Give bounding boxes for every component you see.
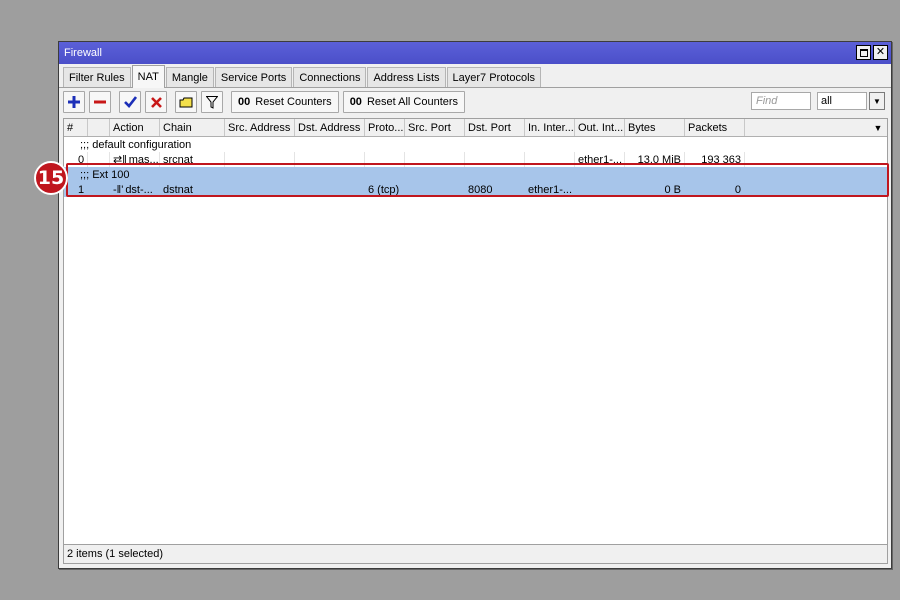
add-button[interactable] bbox=[63, 91, 85, 113]
table-row[interactable]: 0 ⇄‖ mas... srcnat ether1-... 13.0 MiB 1… bbox=[64, 152, 887, 167]
column-header-src-port[interactable]: Src. Port bbox=[405, 119, 465, 136]
rule-dst-port bbox=[465, 152, 525, 167]
plus-icon bbox=[68, 96, 80, 108]
rule-in-interface: ether1-... bbox=[525, 182, 575, 197]
step-number-badge: 15 bbox=[34, 161, 68, 195]
reset-all-counters-button[interactable]: 00 Reset All Counters bbox=[342, 91, 466, 113]
rule-dst-address bbox=[295, 182, 365, 197]
column-header-protocol[interactable]: Proto... bbox=[365, 119, 405, 136]
status-bar: 2 items (1 selected) bbox=[63, 544, 888, 564]
column-menu-button[interactable]: ▼ bbox=[869, 119, 887, 137]
reset-all-counters-label: Reset All Counters bbox=[366, 96, 459, 108]
column-header-packets[interactable]: Packets bbox=[685, 119, 745, 136]
maximize-button[interactable] bbox=[856, 45, 871, 60]
tab-mangle[interactable]: Mangle bbox=[165, 67, 214, 87]
rule-action: -‖' dst-... bbox=[110, 182, 160, 197]
filter-button[interactable] bbox=[201, 91, 223, 113]
column-header-number[interactable]: # bbox=[64, 119, 88, 136]
rule-bytes: 13.0 MiB bbox=[625, 152, 685, 167]
rule-out-interface bbox=[575, 182, 625, 197]
rule-packets: 0 bbox=[685, 182, 745, 197]
rule-flags bbox=[88, 182, 110, 197]
column-header-action[interactable]: Action bbox=[110, 119, 160, 136]
rule-action-label: dst-... bbox=[125, 183, 153, 196]
rule-dst-address bbox=[295, 152, 365, 167]
comment-button[interactable] bbox=[175, 91, 197, 113]
rule-number: 0 bbox=[64, 152, 88, 167]
column-header-dst-address[interactable]: Dst. Address bbox=[295, 119, 365, 136]
rule-src-address bbox=[225, 152, 295, 167]
tab-layer7-protocols[interactable]: Layer7 Protocols bbox=[446, 67, 542, 87]
rule-src-port bbox=[405, 182, 465, 197]
tab-nat[interactable]: NAT bbox=[131, 65, 165, 88]
rule-action-label: mas... bbox=[128, 153, 159, 166]
rule-packets: 193 363 bbox=[685, 152, 745, 167]
dropdown-arrow-icon: ▼ bbox=[873, 96, 881, 106]
dropdown-arrow-icon: ▼ bbox=[873, 123, 883, 133]
close-button[interactable]: ✕ bbox=[873, 45, 888, 60]
table-row[interactable]: 1 -‖' dst-... dstnat 6 (tcp) 8080 ether1… bbox=[64, 182, 887, 197]
column-header-bytes[interactable]: Bytes bbox=[625, 119, 685, 136]
rule-protocol bbox=[365, 152, 405, 167]
rule-comment[interactable]: ;;; default configuration bbox=[64, 137, 887, 152]
rule-src-port bbox=[405, 152, 465, 167]
rule-in-interface bbox=[525, 152, 575, 167]
find-input[interactable]: Find bbox=[751, 92, 811, 110]
tab-connections[interactable]: Connections bbox=[293, 67, 367, 87]
rule-out-interface: ether1-... bbox=[575, 152, 625, 167]
rule-src-address bbox=[225, 182, 295, 197]
rule-bytes: 0 B bbox=[625, 182, 685, 197]
column-header-chain[interactable]: Chain bbox=[160, 119, 225, 136]
column-header-out-interface[interactable]: Out. Int... bbox=[575, 119, 625, 136]
counter-icon: 00 bbox=[238, 96, 251, 108]
column-header-flags[interactable] bbox=[88, 119, 110, 136]
rule-chain: srcnat bbox=[160, 152, 225, 167]
column-header-dst-port[interactable]: Dst. Port bbox=[465, 119, 525, 136]
firewall-window: Firewall ✕ Filter Rules NAT Mangle Servi… bbox=[58, 41, 892, 569]
filter-dropdown-button[interactable]: ▼ bbox=[869, 92, 885, 110]
tab-bar: Filter Rules NAT Mangle Service Ports Co… bbox=[59, 64, 891, 88]
enable-button[interactable] bbox=[119, 91, 141, 113]
filter-select[interactable]: all bbox=[817, 92, 867, 110]
tab-address-lists[interactable]: Address Lists bbox=[367, 67, 446, 87]
cross-icon bbox=[150, 96, 162, 108]
remove-button[interactable] bbox=[89, 91, 111, 113]
tab-filter-rules[interactable]: Filter Rules bbox=[63, 67, 131, 87]
minus-icon bbox=[94, 100, 106, 104]
tab-service-ports[interactable]: Service Ports bbox=[214, 67, 293, 87]
disable-button[interactable] bbox=[145, 91, 167, 113]
rule-dst-port: 8080 bbox=[465, 182, 525, 197]
column-header-src-address[interactable]: Src. Address bbox=[225, 119, 295, 136]
checkmark-icon bbox=[123, 96, 137, 108]
funnel-icon bbox=[206, 95, 218, 109]
table-header: # Action Chain Src. Address Dst. Address… bbox=[64, 119, 887, 137]
reset-counters-label: Reset Counters bbox=[255, 96, 332, 108]
window-title: Firewall bbox=[64, 47, 102, 59]
column-header-in-interface[interactable]: In. Inter... bbox=[525, 119, 575, 136]
masquerade-icon: ⇄‖ bbox=[113, 154, 127, 166]
rule-flags bbox=[88, 152, 110, 167]
dstnat-icon: -‖' bbox=[113, 183, 124, 196]
rule-chain: dstnat bbox=[160, 182, 225, 197]
nat-rules-table: # Action Chain Src. Address Dst. Address… bbox=[63, 118, 889, 564]
rule-comment[interactable]: ;;; Ext 100 bbox=[64, 167, 887, 182]
reset-counters-button[interactable]: 00 Reset Counters bbox=[231, 91, 339, 113]
window-titlebar[interactable]: Firewall ✕ bbox=[59, 42, 891, 64]
counter-icon: 00 bbox=[349, 96, 362, 108]
comment-icon bbox=[179, 97, 193, 107]
toolbar: 00 Reset Counters 00 Reset All Counters … bbox=[59, 88, 891, 116]
rule-protocol: 6 (tcp) bbox=[365, 182, 405, 197]
close-icon: ✕ bbox=[875, 46, 886, 58]
rule-number: 1 bbox=[64, 182, 88, 197]
rule-action: ⇄‖ mas... bbox=[110, 152, 160, 167]
maximize-icon bbox=[859, 48, 868, 57]
